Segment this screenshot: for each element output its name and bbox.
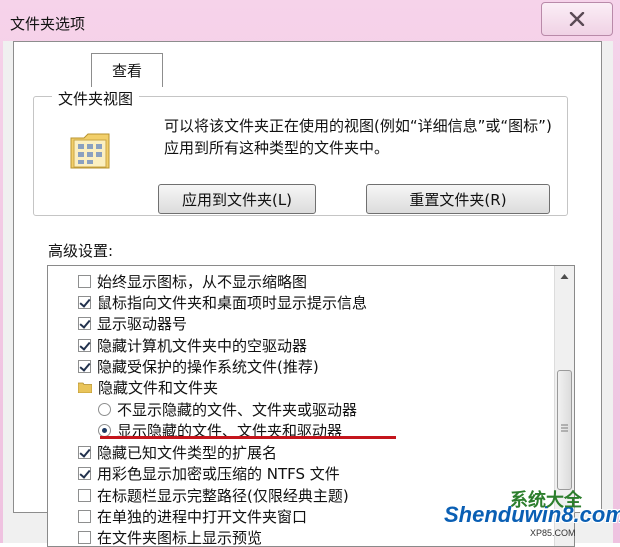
setting-row-1[interactable]: 鼠标指向文件夹和桌面项时显示提示信息 xyxy=(78,291,367,313)
checkbox[interactable] xyxy=(78,510,91,523)
checkbox[interactable] xyxy=(78,489,91,502)
highlight-underline xyxy=(100,436,396,439)
setting-label: 在标题栏显示完整路径(仅限经典主题) xyxy=(97,485,349,506)
setting-label: 不显示隐藏的文件、文件夹或驱动器 xyxy=(117,399,357,420)
scroll-thumb[interactable] xyxy=(557,370,572,490)
setting-row-10[interactable]: 在标题栏显示完整路径(仅限经典主题) xyxy=(78,484,349,506)
apply-to-folders-button[interactable]: 应用到文件夹(L) xyxy=(158,184,316,214)
setting-row-2[interactable]: 显示驱动器号 xyxy=(78,312,187,334)
setting-label: 隐藏已知文件类型的扩展名 xyxy=(97,442,277,463)
setting-label: 隐藏计算机文件夹中的空驱动器 xyxy=(97,335,307,356)
setting-row-11[interactable]: 在单独的进程中打开文件夹窗口 xyxy=(78,505,307,527)
checkbox[interactable] xyxy=(78,360,91,373)
setting-row-3[interactable]: 隐藏计算机文件夹中的空驱动器 xyxy=(78,334,307,356)
radio-button[interactable] xyxy=(98,424,111,437)
watermark-cn: 系统大全 xyxy=(510,486,582,512)
setting-row-0[interactable]: 始终显示图标，从不显示缩略图 xyxy=(78,270,307,292)
setting-label: 显示驱动器号 xyxy=(97,313,187,334)
folder-views-title: 文件夹视图 xyxy=(52,88,139,109)
watermark-sub: XP85.COM xyxy=(530,528,576,538)
setting-label: 在文件夹图标上显示预览 xyxy=(97,527,262,547)
window-title: 文件夹选项 xyxy=(10,13,85,34)
radio-button[interactable] xyxy=(98,403,111,416)
folder-views-icon xyxy=(68,128,114,174)
checkbox[interactable] xyxy=(78,446,91,459)
setting-label: 鼠标指向文件夹和桌面项时显示提示信息 xyxy=(97,292,367,313)
setting-row-8[interactable]: 隐藏已知文件类型的扩展名 xyxy=(78,441,277,463)
checkbox[interactable] xyxy=(78,531,91,544)
setting-row-9[interactable]: 用彩色显示加密或压缩的 NTFS 文件 xyxy=(78,462,340,484)
setting-label: 隐藏受保护的操作系统文件(推荐) xyxy=(97,356,319,377)
close-icon xyxy=(569,12,585,26)
scroll-up-icon[interactable] xyxy=(557,268,572,285)
setting-label: 在单独的进程中打开文件夹窗口 xyxy=(97,506,307,527)
checkbox[interactable] xyxy=(78,467,91,480)
grip-icon xyxy=(558,371,571,489)
setting-row-4[interactable]: 隐藏受保护的操作系统文件(推荐) xyxy=(78,355,319,377)
checkbox[interactable] xyxy=(78,275,91,288)
checkbox[interactable] xyxy=(78,296,91,309)
tab-view[interactable]: 查看 xyxy=(91,53,163,87)
setting-row-5[interactable]: 隐藏文件和文件夹 xyxy=(78,376,218,398)
setting-label: 用彩色显示加密或压缩的 NTFS 文件 xyxy=(97,463,340,484)
setting-label: 隐藏文件和文件夹 xyxy=(98,377,218,398)
close-button[interactable] xyxy=(541,2,613,36)
reset-folders-button[interactable]: 重置文件夹(R) xyxy=(366,184,550,214)
advanced-settings-label: 高级设置: xyxy=(48,240,113,261)
folder-views-description: 可以将该文件夹正在使用的视图(例如“详细信息”或“图标”)应用到所有这种类型的文… xyxy=(164,115,564,159)
site-watermark: 系统大全 Shenduwin8.com XP85.COM xyxy=(444,502,620,528)
setting-row-6[interactable]: 不显示隐藏的文件、文件夹或驱动器 xyxy=(98,398,357,420)
setting-label: 始终显示图标，从不显示缩略图 xyxy=(97,271,307,292)
checkbox[interactable] xyxy=(78,317,91,330)
folder-icon xyxy=(78,382,92,393)
setting-row-12[interactable]: 在文件夹图标上显示预览 xyxy=(78,526,262,547)
checkbox[interactable] xyxy=(78,339,91,352)
